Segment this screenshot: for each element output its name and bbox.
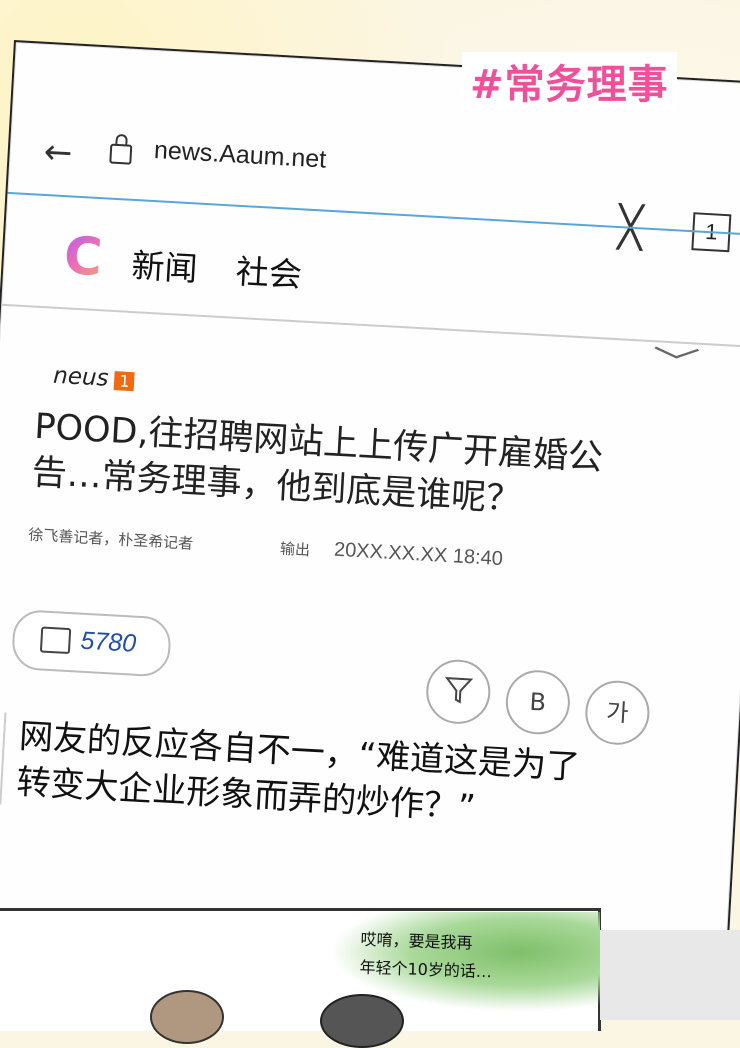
- filter-icon[interactable]: [424, 658, 493, 726]
- hashtag-title: #常务理事: [462, 52, 677, 110]
- panel-background: [600, 930, 740, 1020]
- comment-button[interactable]: 5780: [10, 608, 172, 678]
- source-badge: 1: [113, 371, 136, 392]
- byline: 徐飞善记者，朴圣希记者 输出 20XX.XX.XX 18:40: [28, 524, 708, 583]
- back-arrow-icon[interactable]: ←: [43, 132, 74, 174]
- source-name: neus: [52, 362, 110, 392]
- phone-screen: ← news.Aaum.net ╳ 1 C 新闻 社会 ﹀ neus1 POOD…: [0, 40, 740, 966]
- news-source: neus 1: [53, 363, 136, 394]
- output-label: 输出: [279, 539, 311, 560]
- url-text[interactable]: news.Aaum.net: [153, 136, 327, 175]
- site-logo[interactable]: C: [62, 226, 110, 288]
- publish-date: 20XX.XX.XX 18:40: [333, 538, 504, 571]
- article-headline: POOD,往招聘网站上上传广开雇婚公 告…常务理事，他到底是谁呢？: [31, 404, 715, 534]
- speech-text: 哎唷，要是我再 年轻个10岁的话…: [359, 926, 493, 987]
- nav-society[interactable]: 社会: [235, 252, 303, 295]
- character-head-left: [150, 990, 224, 1044]
- font-size-button[interactable]: 가: [583, 678, 652, 747]
- header-divider: [1, 303, 740, 349]
- reporters: 徐飞善记者，朴圣希记者: [27, 525, 194, 553]
- speech-line-2: 年轻个10岁的话…: [359, 957, 493, 982]
- lock-icon: [109, 143, 133, 165]
- character-head-right: [320, 994, 404, 1048]
- summary-button[interactable]: B: [504, 668, 572, 737]
- font-size-icon: 가: [605, 698, 630, 728]
- section-nav: 新闻 社会: [130, 239, 331, 298]
- comment-icon: [39, 626, 72, 655]
- comment-count: 5780: [79, 626, 137, 658]
- summary-icon: B: [528, 687, 547, 717]
- nav-news[interactable]: 新闻: [131, 246, 199, 289]
